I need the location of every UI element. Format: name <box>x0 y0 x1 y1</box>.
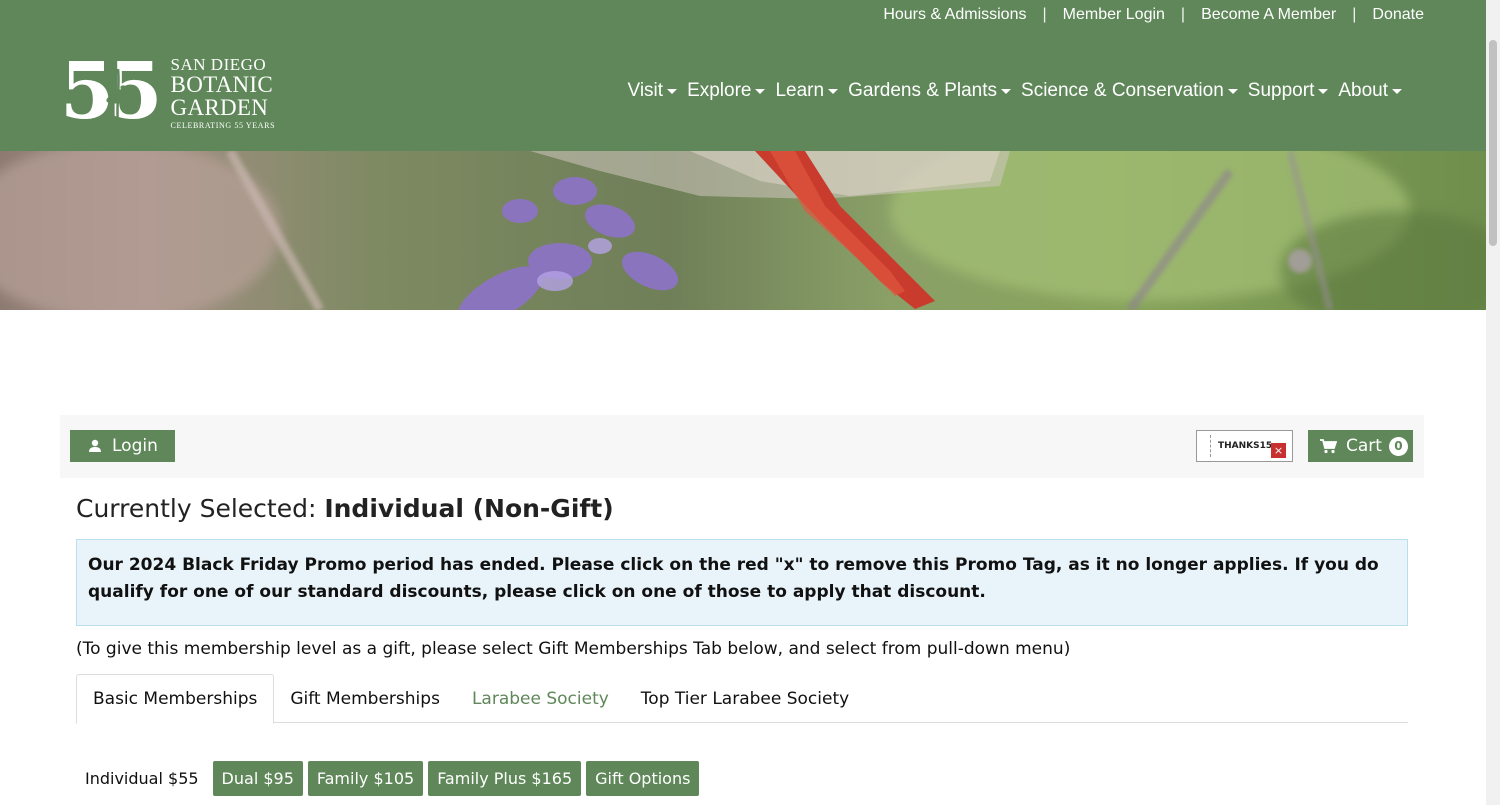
membership-tabs: Basic Memberships Gift Memberships Larab… <box>76 674 1408 724</box>
ticket-perforation <box>1210 435 1211 457</box>
separator: | <box>1042 6 1047 23</box>
become-member-link[interactable]: Become A Member <box>1201 6 1336 24</box>
user-icon <box>89 439 101 452</box>
logo-line-3: GARDEN <box>170 95 269 120</box>
login-label: Login <box>112 436 158 456</box>
nav-label: Support <box>1247 80 1315 101</box>
cart-label: Cart <box>1346 436 1382 456</box>
nav-label: Gardens & Plants <box>848 80 998 101</box>
tab-larabee-society[interactable]: Larabee Society <box>456 674 625 723</box>
site-header: Hours & Admissions | Member Login | Beco… <box>0 0 1486 151</box>
promo-tag: THANKS15 × <box>1196 430 1293 462</box>
caret-down-icon <box>755 88 766 94</box>
promo-code: THANKS15 <box>1218 441 1273 451</box>
cart-count-badge: 0 <box>1388 436 1408 456</box>
nav-about[interactable]: About <box>1338 80 1402 102</box>
cart-icon <box>1320 438 1337 453</box>
tab-gift-memberships[interactable]: Gift Memberships <box>274 674 456 723</box>
dual-level-button[interactable]: Dual $95 <box>212 761 303 796</box>
main-nav: Visit Explore Learn Gardens & Plants Sci… <box>618 80 1402 102</box>
caret-down-icon <box>667 88 678 94</box>
tab-top-tier-larabee-society[interactable]: Top Tier Larabee Society <box>625 674 865 723</box>
current-level-label: Individual $55 <box>85 769 199 788</box>
cart-button[interactable]: Cart 0 <box>1308 430 1413 462</box>
nav-label: Learn <box>775 80 825 101</box>
selected-level: Individual (Non-Gift) <box>324 494 614 523</box>
member-login-link[interactable]: Member Login <box>1063 6 1165 24</box>
caret-down-icon <box>1001 88 1012 94</box>
site-logo[interactable]: 55 SAN DIEGO BOTANIC GARDEN CELEBRATING … <box>60 53 276 131</box>
scrollbar-thumb[interactable] <box>1489 40 1497 246</box>
page-scrollbar[interactable] <box>1486 0 1500 805</box>
logo-wordmark: SAN DIEGO BOTANIC GARDEN CELEBRATING 55 … <box>171 56 276 130</box>
gift-options-button[interactable]: Gift Options <box>586 761 700 796</box>
logo-line-1: SAN DIEGO <box>170 55 267 74</box>
gift-instructions: (To give this membership level as a gift… <box>76 639 1071 659</box>
donate-link[interactable]: Donate <box>1372 6 1424 24</box>
login-button[interactable]: Login <box>70 430 175 462</box>
caret-down-icon <box>1227 88 1238 94</box>
nav-label: Visit <box>627 80 664 101</box>
hours-admissions-link[interactable]: Hours & Admissions <box>883 6 1026 24</box>
separator: | <box>1180 6 1186 23</box>
membership-level-selector: Individual $55 Dual $95 Family $105 Fami… <box>76 761 700 796</box>
nav-explore[interactable]: Explore <box>687 80 766 102</box>
logo-leaf-icon <box>106 68 130 124</box>
promo-ended-alert: Our 2024 Black Friday Promo period has e… <box>76 539 1408 626</box>
logo-tagline: CELEBRATING 55 YEARS <box>170 121 276 130</box>
remove-promo-button[interactable]: × <box>1271 443 1286 458</box>
tab-basic-memberships[interactable]: Basic Memberships <box>76 674 275 724</box>
utility-nav: Hours & Admissions | Member Login | Beco… <box>883 6 1424 24</box>
nav-label: Explore <box>687 80 752 101</box>
family-level-button[interactable]: Family $105 <box>307 761 424 796</box>
logo-line-2: BOTANIC <box>170 72 274 97</box>
nav-label: About <box>1338 80 1388 101</box>
hero-banner-image <box>0 151 1486 310</box>
separator: | <box>1352 6 1357 23</box>
nav-science-conservation[interactable]: Science & Conservation <box>1021 80 1238 102</box>
nav-support[interactable]: Support <box>1248 80 1329 102</box>
nav-visit[interactable]: Visit <box>628 80 678 102</box>
family-plus-level-button[interactable]: Family Plus $165 <box>428 761 582 796</box>
nav-learn[interactable]: Learn <box>775 80 839 102</box>
caret-down-icon <box>828 88 839 94</box>
currently-selected-heading: Currently Selected: Individual (Non-Gift… <box>76 494 614 523</box>
dragonfly-photo <box>0 151 1486 310</box>
caret-down-icon <box>1318 88 1329 94</box>
nav-gardens-plants[interactable]: Gardens & Plants <box>848 80 1012 102</box>
store-toolbar: Login THANKS15 × Cart 0 <box>60 415 1424 478</box>
caret-down-icon <box>1392 88 1402 94</box>
selected-prefix: Currently Selected: <box>76 494 325 523</box>
nav-label: Science & Conservation <box>1021 80 1224 101</box>
